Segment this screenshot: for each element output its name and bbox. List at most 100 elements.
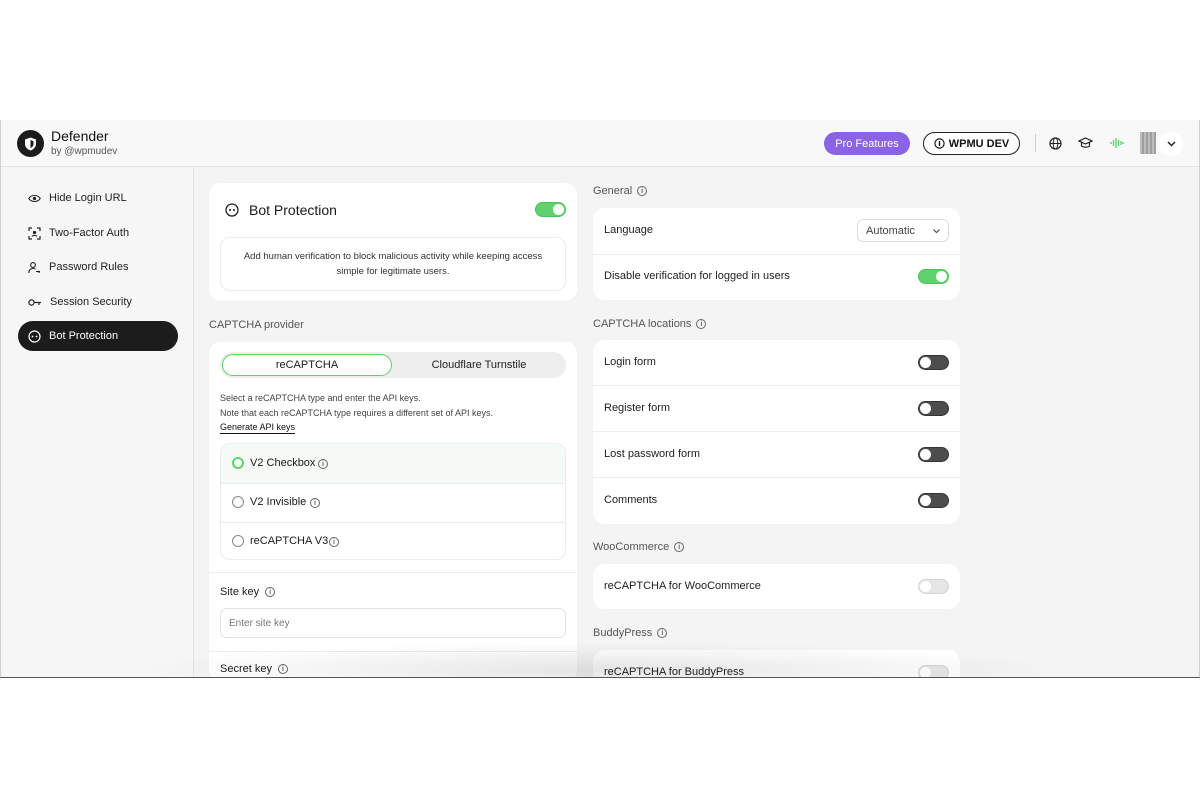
site-key-label-row: Site key i — [220, 586, 276, 598]
bot-protection-card: Bot Protection Add human verification to… — [209, 183, 577, 301]
sidebar-item-label: Password Rules — [49, 261, 129, 273]
buddypress-card: reCAPTCHA for BuddyPress — [593, 650, 960, 678]
captcha-provider-label: CAPTCHA provider — [209, 319, 304, 331]
graduation-cap-icon[interactable] — [1077, 135, 1093, 151]
eye-icon — [28, 194, 41, 202]
globe-icon[interactable] — [1047, 135, 1063, 151]
bot-protection-toggle[interactable] — [535, 202, 566, 217]
language-select[interactable]: Automatic — [857, 219, 949, 242]
site-key-input[interactable] — [220, 608, 566, 638]
top-bar: Defender by @wpmudev Pro Features WPMU D… — [1, 120, 1199, 167]
v2-invisible-radio[interactable] — [232, 496, 244, 508]
site-key-label-text: Site key — [220, 586, 260, 598]
info-icon[interactable]: i — [674, 542, 685, 552]
brand-byline: by @wpmudev — [51, 146, 117, 157]
list-item[interactable]: reCAPTCHA V3 i — [221, 523, 565, 559]
brand-author: wpmudev — [74, 146, 118, 157]
captcha-locations-label-text: CAPTCHA locations — [593, 318, 692, 330]
sidebar-item-two-factor-auth[interactable]: Two-Factor Auth — [18, 218, 178, 248]
disable-logged-in-label: Disable verification for logged in users — [604, 270, 790, 282]
divider — [209, 572, 577, 573]
help-line-1: Select a reCAPTCHA type and enter the AP… — [220, 393, 421, 403]
recaptcha-woocommerce-toggle[interactable] — [918, 579, 949, 594]
recaptcha-buddypress-label: reCAPTCHA for BuddyPress — [604, 666, 744, 678]
sound-wave-icon[interactable] — [1109, 135, 1125, 151]
avatar[interactable] — [1140, 132, 1156, 154]
captcha-locations-label: CAPTCHA locations i — [593, 318, 707, 330]
chevron-down-icon — [933, 229, 940, 234]
login-form-toggle[interactable] — [918, 355, 949, 370]
language-label: Language — [604, 224, 653, 236]
comments-toggle[interactable] — [918, 493, 949, 508]
v2-invisible-label: V2 Invisible — [250, 496, 307, 508]
sidebar-item-hide-login-url[interactable]: Hide Login URL — [18, 183, 178, 213]
general-card: Language Automatic Disable verification … — [593, 208, 960, 300]
woocommerce-card: reCAPTCHA for WooCommerce — [593, 564, 960, 609]
register-form-label: Register form — [604, 402, 671, 414]
bot-protection-description: Add human verification to block maliciou… — [220, 237, 566, 291]
recaptcha-woocommerce-label: reCAPTCHA for WooCommerce — [604, 580, 761, 592]
toolbar-divider — [1035, 134, 1036, 152]
description-line-2: simple for legitimate users. — [336, 266, 450, 277]
info-icon[interactable]: i — [696, 319, 707, 329]
info-icon[interactable]: i — [329, 537, 339, 547]
brand-by-text: by — [51, 146, 62, 157]
defender-app: Defender by @wpmudev Pro Features WPMU D… — [0, 120, 1200, 678]
sidebar-item-session-security[interactable]: Session Security — [18, 287, 178, 317]
divider — [209, 651, 577, 652]
sidebar-item-password-rules[interactable]: Password Rules — [18, 252, 178, 282]
list-item[interactable]: V2 Invisible i — [221, 484, 565, 522]
wpmu-dev-label: WPMU DEV — [948, 137, 1010, 150]
v2-checkbox-radio[interactable] — [232, 457, 244, 469]
lost-password-form-toggle[interactable] — [918, 447, 949, 462]
info-icon[interactable]: i — [657, 628, 668, 638]
at-icon: @ — [64, 146, 75, 157]
help-line-2: Note that each reCAPTCHA type requires a… — [220, 407, 493, 418]
wpmu-dev-button[interactable]: WPMU DEV — [923, 132, 1020, 155]
pro-features-button[interactable]: Pro Features — [824, 132, 910, 155]
v2-checkbox-label: V2 Checkbox — [250, 457, 316, 469]
woocommerce-label-text: WooCommerce — [593, 541, 670, 553]
recaptcha-v3-radio[interactable] — [232, 535, 244, 547]
bot-face-icon — [225, 203, 239, 217]
generate-api-keys-link[interactable]: Generate API keys — [220, 421, 296, 434]
secret-key-label-text: Secret key — [220, 663, 272, 675]
list-item[interactable]: V2 Checkbox i — [221, 444, 565, 483]
bot-protection-title: Bot Protection — [249, 202, 337, 218]
divider — [593, 477, 960, 478]
buddypress-label: BuddyPress i — [593, 627, 668, 639]
key-icon — [28, 298, 41, 306]
divider — [593, 385, 960, 386]
user-key-icon — [28, 261, 40, 273]
register-form-toggle[interactable] — [918, 401, 949, 416]
sidebar-item-label: Bot Protection — [49, 330, 119, 342]
buddypress-label-text: BuddyPress — [593, 627, 653, 639]
sidebar-item-bot-protection[interactable]: Bot Protection — [18, 321, 178, 351]
wpmu-logo-icon — [934, 138, 945, 149]
info-icon[interactable]: i — [277, 664, 288, 674]
bot-face-icon — [28, 329, 41, 343]
info-icon[interactable]: i — [265, 587, 276, 597]
face-scan-icon — [28, 226, 41, 240]
sidebar-item-label: Hide Login URL — [49, 192, 127, 204]
secret-key-label-row: Secret key i — [220, 663, 288, 675]
account-chevron-down-icon[interactable] — [1159, 132, 1183, 156]
lost-password-form-label: Lost password form — [604, 448, 700, 460]
captcha-provider-card: reCAPTCHA Cloudflare Turnstile Select a … — [209, 342, 577, 677]
captcha-locations-card: Login form Register form Lost password f… — [593, 340, 960, 524]
info-icon[interactable]: i — [310, 498, 320, 508]
tab-recaptcha[interactable]: reCAPTCHA — [222, 354, 392, 376]
brand-title: Defender — [51, 128, 109, 144]
comments-label: Comments — [604, 494, 658, 506]
recaptcha-buddypress-toggle[interactable] — [918, 665, 949, 677]
woocommerce-label: WooCommerce i — [593, 541, 685, 553]
info-icon[interactable]: i — [637, 186, 648, 196]
disable-logged-in-toggle[interactable] — [918, 269, 949, 284]
recaptcha-help-text: Select a reCAPTCHA type and enter the AP… — [220, 391, 493, 435]
recaptcha-v3-label: reCAPTCHA V3 — [250, 535, 329, 547]
sidebar: Hide Login URL Two-Factor Auth Password … — [1, 168, 194, 677]
defender-shield-logo-icon — [17, 130, 44, 157]
tab-cloudflare-turnstile[interactable]: Cloudflare Turnstile — [394, 354, 564, 376]
general-label-text: General — [593, 185, 633, 197]
info-icon[interactable]: i — [318, 459, 328, 469]
